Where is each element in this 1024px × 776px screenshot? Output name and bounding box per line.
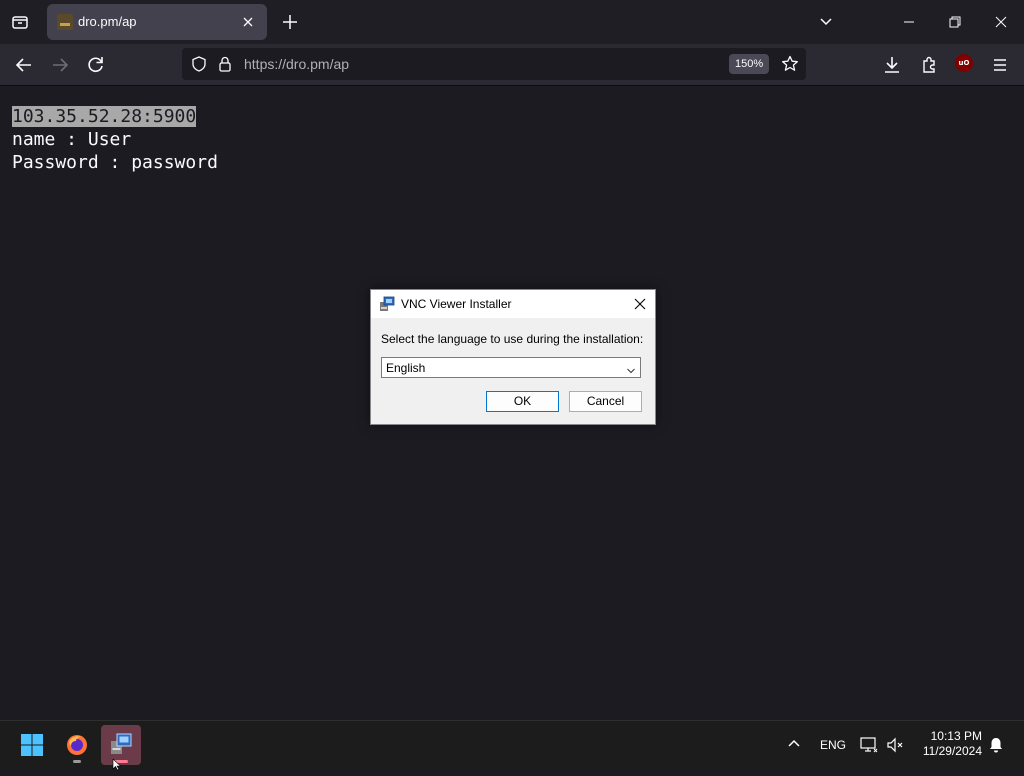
clock-time: 10:13 PM	[930, 729, 982, 743]
ublock-icon[interactable]: uO	[955, 54, 973, 72]
taskbar-app-firefox[interactable]	[57, 725, 97, 765]
dialog-prompt: Select the language to use during the in…	[381, 332, 644, 346]
zoom-indicator[interactable]: 150%	[729, 54, 770, 74]
star-icon[interactable]	[780, 54, 800, 74]
input-language[interactable]: ENG	[820, 738, 846, 752]
download-icon[interactable]	[880, 53, 904, 77]
language-select-value: English	[386, 361, 426, 375]
language-select[interactable]: English	[381, 357, 641, 378]
username-line: name : User	[12, 129, 132, 150]
plus-icon[interactable]	[279, 11, 301, 33]
ok-button[interactable]: OK	[486, 391, 559, 412]
tab-title: dro.pm/ap	[78, 14, 137, 29]
firefox-icon	[65, 733, 89, 762]
bell-icon[interactable]	[987, 736, 1005, 754]
extensions-icon[interactable]	[917, 53, 941, 77]
network-icon[interactable]	[859, 735, 879, 755]
installer-icon	[379, 296, 395, 312]
chevron-up-icon[interactable]	[785, 735, 803, 753]
tab-bar: dro.pm/ap	[0, 0, 1024, 44]
selected-text[interactable]: 103.35.52.28:5900	[12, 106, 197, 127]
clock-date: 11/29/2024	[922, 744, 982, 758]
tab-list-icon[interactable]	[8, 10, 32, 34]
windows-start-icon[interactable]	[20, 733, 44, 757]
installer-language-dialog: VNC Viewer Installer Select the language…	[370, 289, 656, 425]
hamburger-menu-icon[interactable]	[988, 53, 1012, 77]
back-arrow-icon[interactable]	[12, 53, 36, 77]
close-icon[interactable]	[631, 295, 649, 313]
ip-address-line: 103.35.52.28:5900	[12, 105, 197, 128]
nav-bar: https://dro.pm/ap 150% uO	[0, 44, 1024, 86]
close-icon[interactable]	[990, 12, 1012, 32]
running-indicator	[73, 760, 81, 763]
chevron-down-icon[interactable]	[816, 11, 836, 31]
dialog-title: VNC Viewer Installer	[401, 297, 512, 311]
cancel-button[interactable]: Cancel	[569, 391, 642, 412]
lock-icon[interactable]	[216, 55, 234, 73]
minimize-icon[interactable]	[898, 12, 920, 32]
chevron-down-icon	[626, 363, 636, 374]
forward-arrow-icon[interactable]	[48, 53, 72, 77]
browser-tab[interactable]: dro.pm/ap	[47, 4, 267, 40]
taskbar: ENG 10:13 PM 11/29/2024	[0, 720, 1024, 769]
reload-icon[interactable]	[84, 53, 108, 77]
installer-icon	[109, 732, 133, 761]
restore-icon[interactable]	[944, 12, 966, 32]
dialog-titlebar[interactable]: VNC Viewer Installer	[371, 290, 655, 318]
shield-icon[interactable]	[190, 55, 208, 73]
password-line: Password : password	[12, 152, 218, 173]
system-clock[interactable]: 10:13 PM 11/29/2024	[910, 729, 982, 759]
mouse-cursor-icon	[112, 758, 124, 771]
close-icon[interactable]	[239, 13, 257, 31]
address-bar[interactable]: https://dro.pm/ap 150%	[182, 48, 806, 80]
site-favicon-icon	[57, 14, 73, 30]
volume-mute-icon[interactable]	[885, 735, 905, 755]
url-text[interactable]: https://dro.pm/ap	[244, 56, 349, 72]
